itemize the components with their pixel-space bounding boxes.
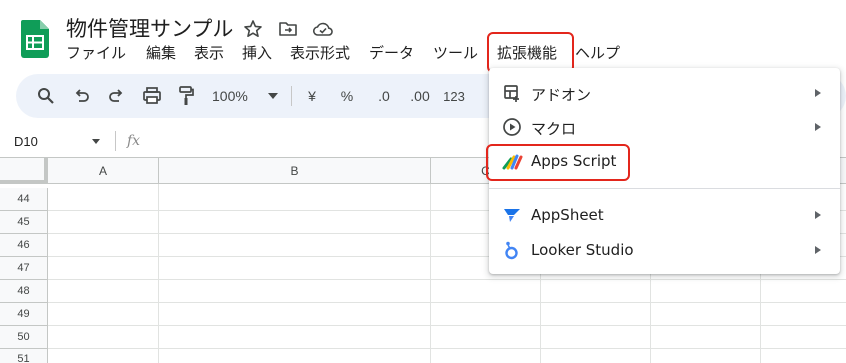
undo-icon[interactable] bbox=[72, 86, 92, 106]
submenu-arrow-icon bbox=[815, 211, 821, 219]
menu-help[interactable]: ヘルプ bbox=[575, 42, 620, 63]
redo-icon[interactable] bbox=[106, 86, 126, 106]
menu-divider bbox=[489, 188, 840, 189]
menu-item-label: アドオン bbox=[531, 86, 592, 104]
column-header-a[interactable]: A bbox=[48, 158, 159, 184]
row-header-50[interactable]: 50 bbox=[0, 326, 48, 349]
name-box-dropdown-icon[interactable] bbox=[92, 139, 100, 144]
row-header-44[interactable]: 44 bbox=[0, 188, 48, 211]
addon-icon bbox=[502, 83, 522, 103]
zoom-value[interactable]: 100% bbox=[212, 86, 256, 106]
looker-studio-icon bbox=[502, 240, 522, 260]
document-title[interactable]: 物件管理サンプル bbox=[66, 13, 233, 43]
row-header-48[interactable]: 48 bbox=[0, 280, 48, 303]
menu-tools[interactable]: ツール bbox=[433, 42, 478, 63]
menu-view[interactable]: 表示 bbox=[194, 42, 224, 63]
currency-format-button[interactable]: ¥ bbox=[304, 86, 320, 106]
star-icon[interactable] bbox=[243, 19, 263, 39]
decrease-decimal-button[interactable]: .0 bbox=[372, 86, 396, 106]
paint-format-icon[interactable] bbox=[176, 86, 196, 106]
toolbar-divider bbox=[291, 86, 292, 106]
menu-item-macros[interactable]: マクロ bbox=[489, 110, 840, 144]
name-box[interactable]: D10 bbox=[14, 134, 38, 149]
print-icon[interactable] bbox=[141, 86, 163, 106]
select-all-corner[interactable] bbox=[0, 158, 48, 184]
menu-item-addons[interactable]: アドオン bbox=[489, 76, 840, 110]
row-header-45[interactable]: 45 bbox=[0, 211, 48, 234]
menu-item-label: AppSheet bbox=[531, 206, 604, 224]
row-header-51[interactable]: 51 bbox=[0, 349, 48, 363]
column-header-b[interactable]: B bbox=[159, 158, 431, 184]
menu-file[interactable]: ファイル bbox=[66, 42, 126, 63]
row-header-49[interactable]: 49 bbox=[0, 303, 48, 326]
grid-row-line bbox=[48, 279, 846, 280]
grid-column-line bbox=[430, 184, 431, 363]
search-icon[interactable] bbox=[36, 86, 56, 106]
grid-column-line bbox=[158, 184, 159, 363]
menu-format[interactable]: 表示形式 bbox=[290, 42, 350, 63]
fx-icon: fx bbox=[127, 133, 141, 149]
play-circle-icon bbox=[502, 117, 522, 137]
menu-edit[interactable]: 編集 bbox=[146, 42, 176, 63]
grid-row-line bbox=[48, 325, 846, 326]
grid-row-line bbox=[48, 348, 846, 349]
submenu-arrow-icon bbox=[815, 123, 821, 131]
number-format-button[interactable]: 123 bbox=[442, 86, 466, 106]
menu-item-appsheet[interactable]: AppSheet bbox=[489, 198, 840, 232]
formula-bar-divider bbox=[115, 131, 116, 151]
menu-item-label: Looker Studio bbox=[531, 241, 634, 259]
menu-data[interactable]: データ bbox=[369, 42, 414, 63]
menu-item-label: マクロ bbox=[531, 120, 577, 138]
extensions-highlight-box bbox=[487, 32, 574, 73]
menu-insert[interactable]: 挿入 bbox=[242, 42, 272, 63]
increase-decimal-button[interactable]: .00 bbox=[407, 86, 433, 106]
row-header-46[interactable]: 46 bbox=[0, 234, 48, 257]
submenu-arrow-icon bbox=[815, 246, 821, 254]
percent-format-button[interactable]: % bbox=[339, 86, 355, 106]
google-sheets-logo-icon[interactable] bbox=[21, 20, 49, 58]
apps-script-highlight-box bbox=[486, 144, 630, 181]
submenu-arrow-icon bbox=[815, 89, 821, 97]
cloud-status-icon[interactable] bbox=[312, 19, 333, 39]
move-folder-icon[interactable] bbox=[278, 19, 298, 39]
zoom-dropdown-icon[interactable] bbox=[266, 86, 280, 106]
appsheet-icon bbox=[502, 205, 522, 225]
menu-item-looker-studio[interactable]: Looker Studio bbox=[489, 233, 840, 267]
row-header-47[interactable]: 47 bbox=[0, 257, 48, 280]
grid-row-line bbox=[48, 302, 846, 303]
